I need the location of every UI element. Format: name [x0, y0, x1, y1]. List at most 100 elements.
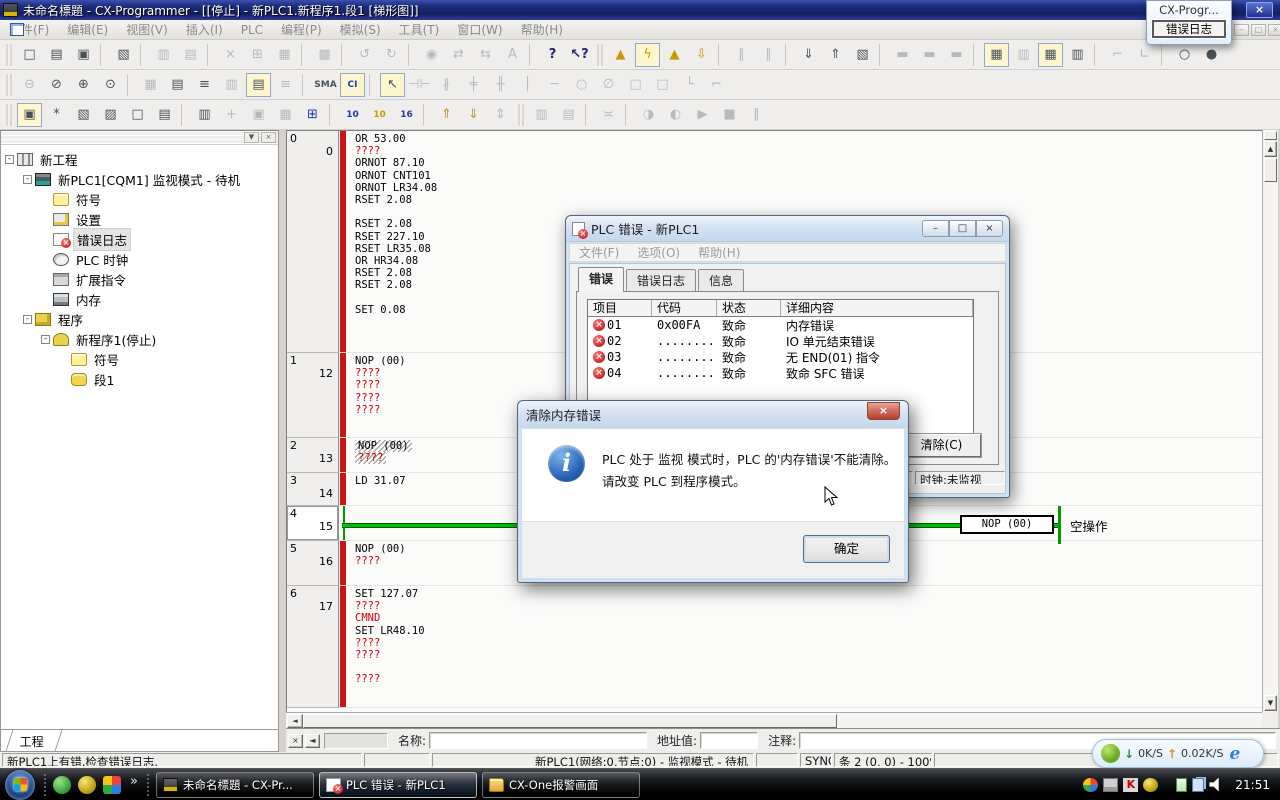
contact-not-icon[interactable]: ∦: [434, 73, 459, 97]
or-contact-icon[interactable]: ╪: [461, 73, 486, 97]
tools-icon[interactable]: *: [44, 103, 69, 127]
online-edit-icon[interactable]: ▤: [556, 103, 581, 127]
dialog-minimize-icon[interactable]: –: [922, 220, 949, 237]
vertical-scrollbar[interactable]: ▲ ▼: [1262, 130, 1278, 712]
network-monitor-widget[interactable]: ↓ 0K/S ↑ 0.02K/S e: [1092, 739, 1264, 768]
workspace-dropdown-icon[interactable]: ▼: [244, 132, 259, 143]
cut-icon[interactable]: ×: [218, 43, 243, 67]
io-table-icon[interactable]: ▦: [984, 43, 1009, 67]
window-cascade-icon[interactable]: ▣: [17, 103, 42, 127]
monitor1-icon[interactable]: ▬: [890, 43, 915, 67]
tree-item[interactable]: - 段1: [1, 369, 278, 389]
watch-window-icon[interactable]: ▧: [71, 103, 96, 127]
properties-icon[interactable]: ▤: [152, 103, 177, 127]
rung-margin[interactable]: 1 12: [287, 353, 339, 438]
ok-button[interactable]: 确定: [803, 535, 890, 563]
copy-icon[interactable]: ⊞: [245, 43, 270, 67]
sep[interactable]: [181, 104, 188, 126]
ladder-rung[interactable]: 6 17 SET 127.07 ???? CMND SET LR48.10 ??…: [287, 586, 1262, 708]
tray-volume-icon[interactable]: [1209, 778, 1224, 792]
splitter-handle[interactable]: [1264, 131, 1277, 140]
dialog-restore-icon[interactable]: □: [949, 220, 976, 237]
tree-item[interactable]: - 新工程: [1, 149, 278, 169]
coil-not-icon[interactable]: ∅: [596, 73, 621, 97]
cross-ref-icon[interactable]: +: [219, 103, 244, 127]
instruction-line[interactable]: SET 127.07: [355, 588, 1262, 600]
tree-item-label[interactable]: 段1: [91, 369, 117, 390]
dialog-tab[interactable]: 信息: [698, 269, 744, 292]
tray-360-icon[interactable]: [1143, 778, 1158, 792]
menu-item[interactable]: PLC: [232, 21, 272, 39]
stop-icon[interactable]: ■: [717, 103, 742, 127]
zoom-tool-icon[interactable]: ⊘: [44, 73, 69, 97]
mnemonic-icon[interactable]: SMA: [313, 73, 338, 97]
msgbox-close-icon[interactable]: ×: [867, 402, 900, 420]
tree-item[interactable]: - 新程序1(停止): [1, 329, 278, 349]
sep[interactable]: [341, 44, 348, 66]
col-item[interactable]: 项目: [588, 300, 652, 316]
tree-item-label[interactable]: 错误日志: [73, 228, 131, 251]
quicklaunch-browser-icon[interactable]: [53, 776, 71, 794]
menu-item[interactable]: 帮助(H): [512, 19, 572, 40]
io-edit-icon[interactable]: ▥: [1065, 43, 1090, 67]
error-table-row[interactable]: ×01 0x00FA 致命 内存错误: [588, 317, 973, 333]
error-table-row[interactable]: ×03 ........ 致命 无 END(01) 指令: [588, 349, 973, 365]
online-hand1-icon[interactable]: ◑: [636, 103, 661, 127]
find-az-icon[interactable]: A: [500, 43, 525, 67]
tree-expander-icon[interactable]: -: [23, 315, 32, 324]
lock-icon[interactable]: ○: [1172, 43, 1197, 67]
sep[interactable]: [408, 44, 415, 66]
grip[interactable]: [518, 104, 524, 126]
taskbar-button[interactable]: CX-One报警画面: [482, 772, 640, 798]
workspace-close-icon[interactable]: ×: [261, 132, 276, 143]
paste-icon[interactable]: ▦: [272, 43, 297, 67]
transfer-to-plc-icon[interactable]: ⇓: [796, 43, 821, 67]
verify-icon[interactable]: ⇕: [488, 103, 513, 127]
clipboard-icon[interactable]: ▦: [273, 103, 298, 127]
instruction-box2-icon[interactable]: □: [650, 73, 675, 97]
sep[interactable]: [369, 74, 376, 96]
sep[interactable]: [1094, 44, 1101, 66]
sep[interactable]: [100, 44, 107, 66]
error-table-row[interactable]: ×04 ........ 致命 致命 SFC 错误: [588, 365, 973, 381]
tree-item-label[interactable]: 新PLC1[CQM1] 监视模式 - 待机: [55, 169, 243, 190]
sep[interactable]: [423, 104, 430, 126]
save-icon[interactable]: ▣: [71, 43, 96, 67]
sep[interactable]: [785, 44, 792, 66]
tree-item-label[interactable]: 符号: [73, 189, 104, 210]
taskbar-button[interactable]: 未命名標題 - CX-Pr...: [156, 772, 314, 798]
menu-item[interactable]: 窗口(W): [448, 19, 511, 40]
col-detail[interactable]: 详细内容: [781, 300, 973, 316]
new-icon[interactable]: □: [17, 43, 42, 67]
pause-icon[interactable]: ∥: [756, 43, 781, 67]
sep[interactable]: [1161, 44, 1168, 66]
clear-button[interactable]: 清除(C): [902, 434, 981, 457]
open-icon[interactable]: ▤: [44, 43, 69, 67]
instruction-line[interactable]: ????: [355, 649, 1262, 661]
tray-palette-icon[interactable]: [1083, 778, 1098, 792]
tree-item-label[interactable]: 程序: [55, 309, 86, 330]
instruction-line[interactable]: ????: [355, 637, 1262, 649]
tree-item-label[interactable]: PLC 时钟: [73, 249, 131, 270]
zoom-out-icon[interactable]: ⊖: [17, 73, 42, 97]
grip[interactable]: [6, 44, 12, 66]
sep[interactable]: [625, 104, 632, 126]
sep[interactable]: [301, 44, 308, 66]
msgbox-title-bar[interactable]: 清除内存错误: [518, 401, 908, 428]
tree-item[interactable]: - 设置: [1, 209, 278, 229]
tree-item[interactable]: - 内存: [1, 289, 278, 309]
show-error-icon[interactable]: ▲: [608, 43, 633, 67]
scroll-down-icon[interactable]: ▼: [1264, 695, 1277, 711]
instruction-line[interactable]: [355, 661, 1262, 673]
instruction-line[interactable]: RSET 2.08: [355, 194, 1262, 206]
zoom-in-icon[interactable]: ⊕: [71, 73, 96, 97]
tree-item[interactable]: - 扩展指令: [1, 269, 278, 289]
horizontal-scrollbar[interactable]: ◄: [286, 712, 1262, 728]
error-log-button[interactable]: 错误日志: [1152, 20, 1226, 38]
mdi-restore-button[interactable]: □: [1251, 24, 1266, 36]
instruction-line[interactable]: ORNOT 87.10: [355, 157, 1262, 169]
sep[interactable]: [207, 44, 214, 66]
sep[interactable]: [302, 74, 309, 96]
taskbar-button[interactable]: PLC 错误 - 新PLC1: [319, 772, 477, 798]
grip[interactable]: [597, 44, 603, 66]
